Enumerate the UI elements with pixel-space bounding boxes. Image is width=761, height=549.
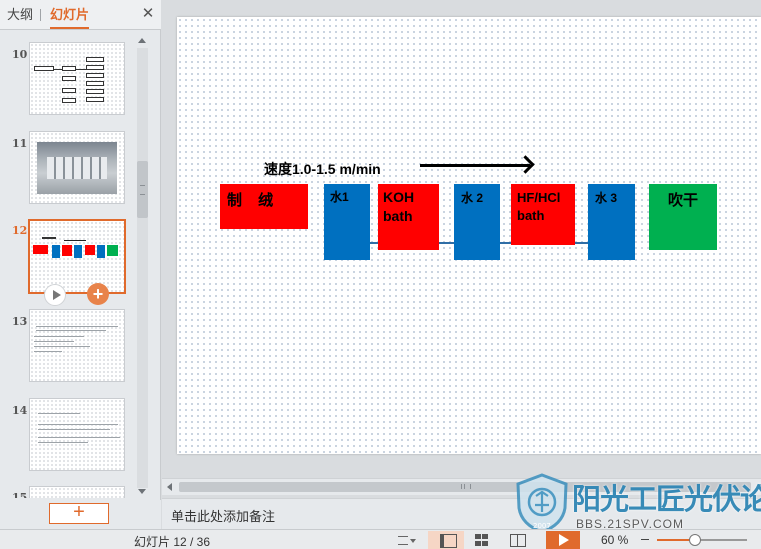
arrow-right-icon[interactable] [420, 164, 530, 167]
watermark: 2007 阳光工匠光伏论坛 BBS.21SPV.COM [510, 468, 761, 538]
step-label: 水1 [330, 190, 349, 204]
thumb-shape [97, 245, 105, 258]
play-icon[interactable] [44, 284, 66, 306]
step-water-2[interactable]: 水 2 [454, 184, 500, 260]
slide-thumbnail-15[interactable] [29, 486, 125, 498]
thumb-shape [86, 81, 104, 86]
pane-tabs: 大纲 幻灯片 ✕ [0, 0, 161, 30]
thumb-text-line [38, 424, 118, 425]
step-koh-bath[interactable]: KOH bath [378, 184, 439, 250]
thumb-text-line [36, 326, 118, 327]
thumb-shape [62, 66, 76, 71]
thumb-shape [85, 245, 95, 255]
reading-view-icon[interactable] [508, 531, 528, 549]
thumb-shape [86, 97, 104, 102]
slides-pane: 大纲 幻灯片 ✕ 10 11 12 13 14 15 + + [0, 0, 161, 529]
watermark-title: 阳光工匠光伏论坛 [572, 484, 761, 516]
step-water-3[interactable]: 水 3 [588, 184, 635, 260]
step-label: 吹干 [668, 192, 699, 209]
thumb-shape [86, 73, 104, 78]
step-blow-dry[interactable]: 吹干 [649, 184, 717, 250]
normal-view-icon[interactable] [428, 531, 464, 549]
close-icon[interactable]: ✕ [140, 5, 156, 23]
zoom-out-icon[interactable] [641, 539, 649, 540]
thumb-shape [33, 245, 48, 254]
slide-counter: 幻灯片 12 / 36 [134, 535, 211, 549]
thumb-shape [86, 89, 104, 94]
add-slide-bar: + [0, 500, 161, 529]
thumb-text-line [34, 336, 84, 337]
tab-divider [40, 9, 41, 21]
zoom-level[interactable]: 60 % [601, 533, 628, 547]
thumb-shape [74, 245, 82, 258]
slide-editor: 速度1.0-1.5 m/min 制 绒 水1 KOH bath 水 2 HF/H… [162, 0, 761, 498]
thumb-shape [54, 69, 62, 70]
thumb-text-line [36, 330, 106, 331]
zoom-slider[interactable] [657, 534, 747, 546]
thumb-text-line [38, 429, 110, 430]
scroll-down-icon[interactable] [138, 489, 146, 494]
slide-canvas[interactable]: 速度1.0-1.5 m/min 制 绒 水1 KOH bath 水 2 HF/H… [177, 17, 761, 454]
scroll-left-icon[interactable] [167, 483, 172, 491]
step-label: 水 2 [461, 191, 484, 205]
tab-outline[interactable]: 大纲 [7, 6, 33, 24]
thumb-shape [86, 57, 104, 62]
slide-number: 14 [12, 404, 28, 417]
step-label: HF/HCl bath [517, 190, 561, 223]
slide-thumbnail-12[interactable] [28, 219, 126, 294]
thumb-text-line [34, 351, 62, 352]
thumb-photo [37, 142, 117, 194]
thumb-shape [62, 98, 76, 103]
slide-thumbnail-13[interactable] [29, 309, 125, 382]
thumb-shape [34, 66, 54, 71]
speed-label[interactable]: 速度1.0-1.5 m/min [264, 159, 381, 179]
thumb-text-line [38, 413, 80, 414]
thumb-text-line [38, 437, 120, 438]
step-water-1[interactable]: 水1 [324, 184, 370, 260]
thumb-shape [64, 240, 86, 241]
slide-thumbnail-14[interactable] [29, 398, 125, 471]
slide-number: 12 [12, 224, 28, 237]
tab-slides[interactable]: 幻灯片 [50, 6, 90, 29]
step-label: 制 绒 [227, 192, 280, 209]
step-label: KOH bath [383, 189, 415, 224]
shield-logo-icon: 2007 [516, 473, 568, 534]
notes-placeholder[interactable]: 单击此处添加备注 [171, 506, 275, 525]
thumb-shape [62, 245, 72, 256]
thumb-shape [86, 65, 104, 70]
plus-icon[interactable]: + [87, 283, 109, 305]
slide-number: 11 [12, 137, 28, 150]
thumb-shape [76, 69, 86, 70]
slide-number: 13 [12, 315, 28, 328]
thumbnail-scrollbar[interactable] [135, 36, 150, 498]
scroll-up-icon[interactable] [138, 38, 146, 43]
step-texturing[interactable]: 制 绒 [220, 184, 308, 229]
zoom-slider-thumb[interactable] [688, 534, 701, 546]
thumb-shape [62, 76, 76, 81]
add-slide-button[interactable]: + [49, 502, 109, 524]
scrollbar-thumb[interactable] [137, 161, 148, 218]
thumbnail-list: 10 11 12 13 14 15 [0, 31, 134, 498]
thumb-text-line [34, 346, 90, 347]
thumb-text-line [34, 341, 74, 342]
slideshow-play-button[interactable] [546, 531, 580, 549]
thumb-text-line [38, 442, 88, 443]
thumb-shape [42, 237, 56, 239]
thumb-shape [107, 245, 118, 256]
step-label: 水 3 [595, 191, 618, 205]
slide-thumbnail-10[interactable] [29, 42, 125, 115]
slide-number: 15 [12, 491, 28, 498]
scrollbar-track[interactable] [137, 48, 148, 488]
notes-toggle-icon[interactable] [396, 531, 420, 549]
thumb-shape [52, 245, 60, 258]
status-bar: 幻灯片 12 / 36 60 % [0, 529, 761, 549]
slide-number: 10 [12, 48, 28, 61]
slide-thumbnail-11[interactable] [29, 131, 125, 204]
slide-sorter-icon[interactable] [472, 531, 492, 549]
thumb-shape [62, 88, 76, 93]
step-hf-hcl-bath[interactable]: HF/HCl bath [511, 184, 575, 245]
